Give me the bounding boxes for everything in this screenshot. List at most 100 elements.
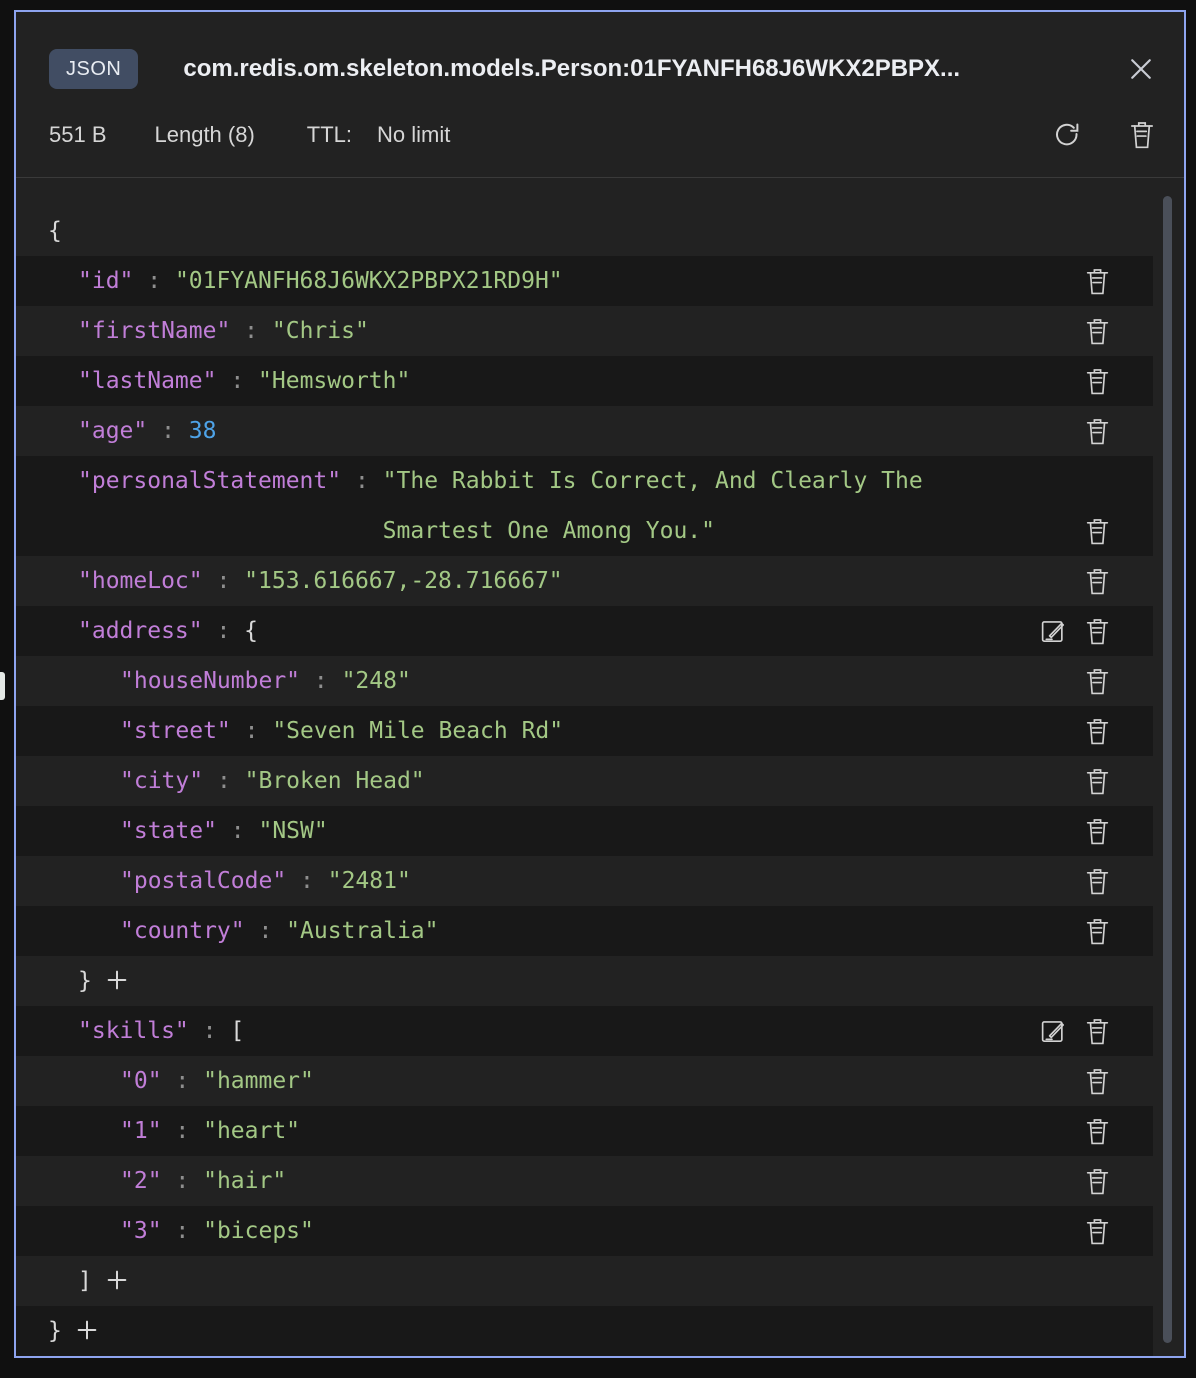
json-colon: : <box>245 918 287 944</box>
json-key[interactable]: "3" <box>120 1218 162 1244</box>
json-row: "0" : "hammer" <box>16 1056 1153 1106</box>
json-value[interactable]: "NSW" <box>258 818 327 844</box>
json-value[interactable]: "Hemsworth" <box>258 368 410 394</box>
edit-icon <box>1039 1018 1066 1045</box>
row-actions <box>1084 567 1111 596</box>
json-key[interactable]: "houseNumber" <box>120 668 300 694</box>
trash-icon <box>1084 1017 1111 1046</box>
json-value[interactable]: "Chris" <box>272 318 369 344</box>
row-text: "personalStatement" : "The Rabbit Is Cor… <box>78 456 1084 556</box>
json-value[interactable]: 38 <box>189 418 217 444</box>
edit-field-button[interactable] <box>1039 1018 1066 1045</box>
trash-icon <box>1084 517 1111 546</box>
json-value[interactable]: "hammer" <box>203 1068 314 1094</box>
remove-field-button[interactable] <box>1084 767 1111 796</box>
remove-field-button[interactable] <box>1084 617 1111 646</box>
json-colon: : <box>162 1168 204 1194</box>
ttl-value[interactable]: No limit <box>377 122 450 148</box>
trash-icon <box>1084 267 1111 296</box>
json-colon: : <box>230 318 272 344</box>
json-key[interactable]: "country" <box>120 918 245 944</box>
remove-field-button[interactable] <box>1084 717 1111 746</box>
remove-field-button[interactable] <box>1084 1217 1111 1246</box>
json-key[interactable]: "2" <box>120 1168 162 1194</box>
remove-field-button[interactable] <box>1084 367 1111 396</box>
json-value[interactable]: "The Rabbit Is Correct, And Clearly The … <box>383 456 992 556</box>
row-text: ] <box>78 1256 1111 1306</box>
remove-field-button[interactable] <box>1084 1067 1111 1096</box>
json-value[interactable]: "biceps" <box>203 1218 314 1244</box>
remove-field-button[interactable] <box>1084 817 1111 846</box>
trash-icon <box>1084 667 1111 696</box>
json-key[interactable]: "homeLoc" <box>78 568 203 594</box>
row-actions <box>1084 317 1111 346</box>
json-row: ] <box>16 1256 1153 1306</box>
ttl-label: TTL: <box>307 122 352 148</box>
edit-field-button[interactable] <box>1039 618 1066 645</box>
json-value[interactable]: "01FYANFH68J6WKX2PBPX21RD9H" <box>175 268 563 294</box>
delete-key-button[interactable] <box>1128 120 1156 150</box>
remove-field-button[interactable] <box>1084 317 1111 346</box>
json-key[interactable]: "state" <box>120 818 217 844</box>
row-actions <box>1084 417 1111 446</box>
row-text: "2" : "hair" <box>120 1156 1084 1206</box>
trash-icon <box>1084 917 1111 946</box>
remove-field-button[interactable] <box>1084 1117 1111 1146</box>
json-key[interactable]: "firstName" <box>78 318 230 344</box>
json-value[interactable]: "153.616667,-28.716667" <box>244 568 563 594</box>
row-text: "id" : "01FYANFH68J6WKX2PBPX21RD9H" <box>78 256 1084 306</box>
remove-field-button[interactable] <box>1084 1017 1111 1046</box>
json-value[interactable]: "Australia" <box>286 918 438 944</box>
row-actions <box>1039 617 1111 646</box>
remove-field-button[interactable] <box>1084 267 1111 296</box>
json-value[interactable]: "heart" <box>203 1118 300 1144</box>
refresh-key-button[interactable] <box>1052 120 1082 150</box>
json-row: "3" : "biceps" <box>16 1206 1153 1256</box>
remove-field-button[interactable] <box>1084 667 1111 696</box>
json-key[interactable]: "age" <box>78 418 147 444</box>
json-key[interactable]: "address" <box>78 618 203 644</box>
remove-field-button[interactable] <box>1084 867 1111 896</box>
remove-field-button[interactable] <box>1084 917 1111 946</box>
remove-field-button[interactable] <box>1084 517 1111 546</box>
json-value[interactable]: "Seven Mile Beach Rd" <box>272 718 563 744</box>
json-value[interactable]: "248" <box>342 668 411 694</box>
json-value[interactable]: "2481" <box>328 868 411 894</box>
row-text: { <box>48 206 1111 256</box>
add-item-button[interactable] <box>107 1270 127 1290</box>
row-actions <box>1084 1217 1111 1246</box>
json-key[interactable]: "postalCode" <box>120 868 286 894</box>
json-key[interactable]: "skills" <box>78 1018 189 1044</box>
json-value[interactable]: "hair" <box>203 1168 286 1194</box>
add-item-button[interactable] <box>107 970 127 990</box>
row-actions <box>1084 867 1111 896</box>
scrollbar-thumb[interactable] <box>1163 196 1172 1343</box>
row-actions <box>1084 1117 1111 1146</box>
json-key[interactable]: "street" <box>120 718 231 744</box>
remove-field-button[interactable] <box>1084 1167 1111 1196</box>
json-key[interactable]: "lastName" <box>78 368 216 394</box>
row-actions <box>1084 767 1111 796</box>
json-colon: : <box>203 618 245 644</box>
add-item-button[interactable] <box>77 1320 97 1340</box>
json-value[interactable]: { <box>244 618 258 644</box>
json-value[interactable]: [ <box>230 1018 244 1044</box>
remove-field-button[interactable] <box>1084 417 1111 446</box>
json-key[interactable]: "0" <box>120 1068 162 1094</box>
json-key[interactable]: "id" <box>78 268 133 294</box>
row-actions <box>1084 717 1111 746</box>
json-key[interactable]: "personalStatement" <box>78 468 341 494</box>
close-button[interactable] <box>1126 54 1156 84</box>
json-colon: : <box>162 1118 204 1144</box>
json-bracket: } <box>78 968 92 994</box>
json-key[interactable]: "city" <box>120 768 203 794</box>
json-key[interactable]: "1" <box>120 1118 162 1144</box>
trash-icon <box>1128 120 1156 150</box>
trash-icon <box>1084 617 1111 646</box>
key-actions <box>1052 120 1156 150</box>
json-row: "firstName" : "Chris" <box>16 306 1153 356</box>
json-value[interactable]: "Broken Head" <box>245 768 425 794</box>
row-text: "country" : "Australia" <box>120 906 1084 956</box>
remove-field-button[interactable] <box>1084 567 1111 596</box>
json-colon: : <box>300 668 342 694</box>
